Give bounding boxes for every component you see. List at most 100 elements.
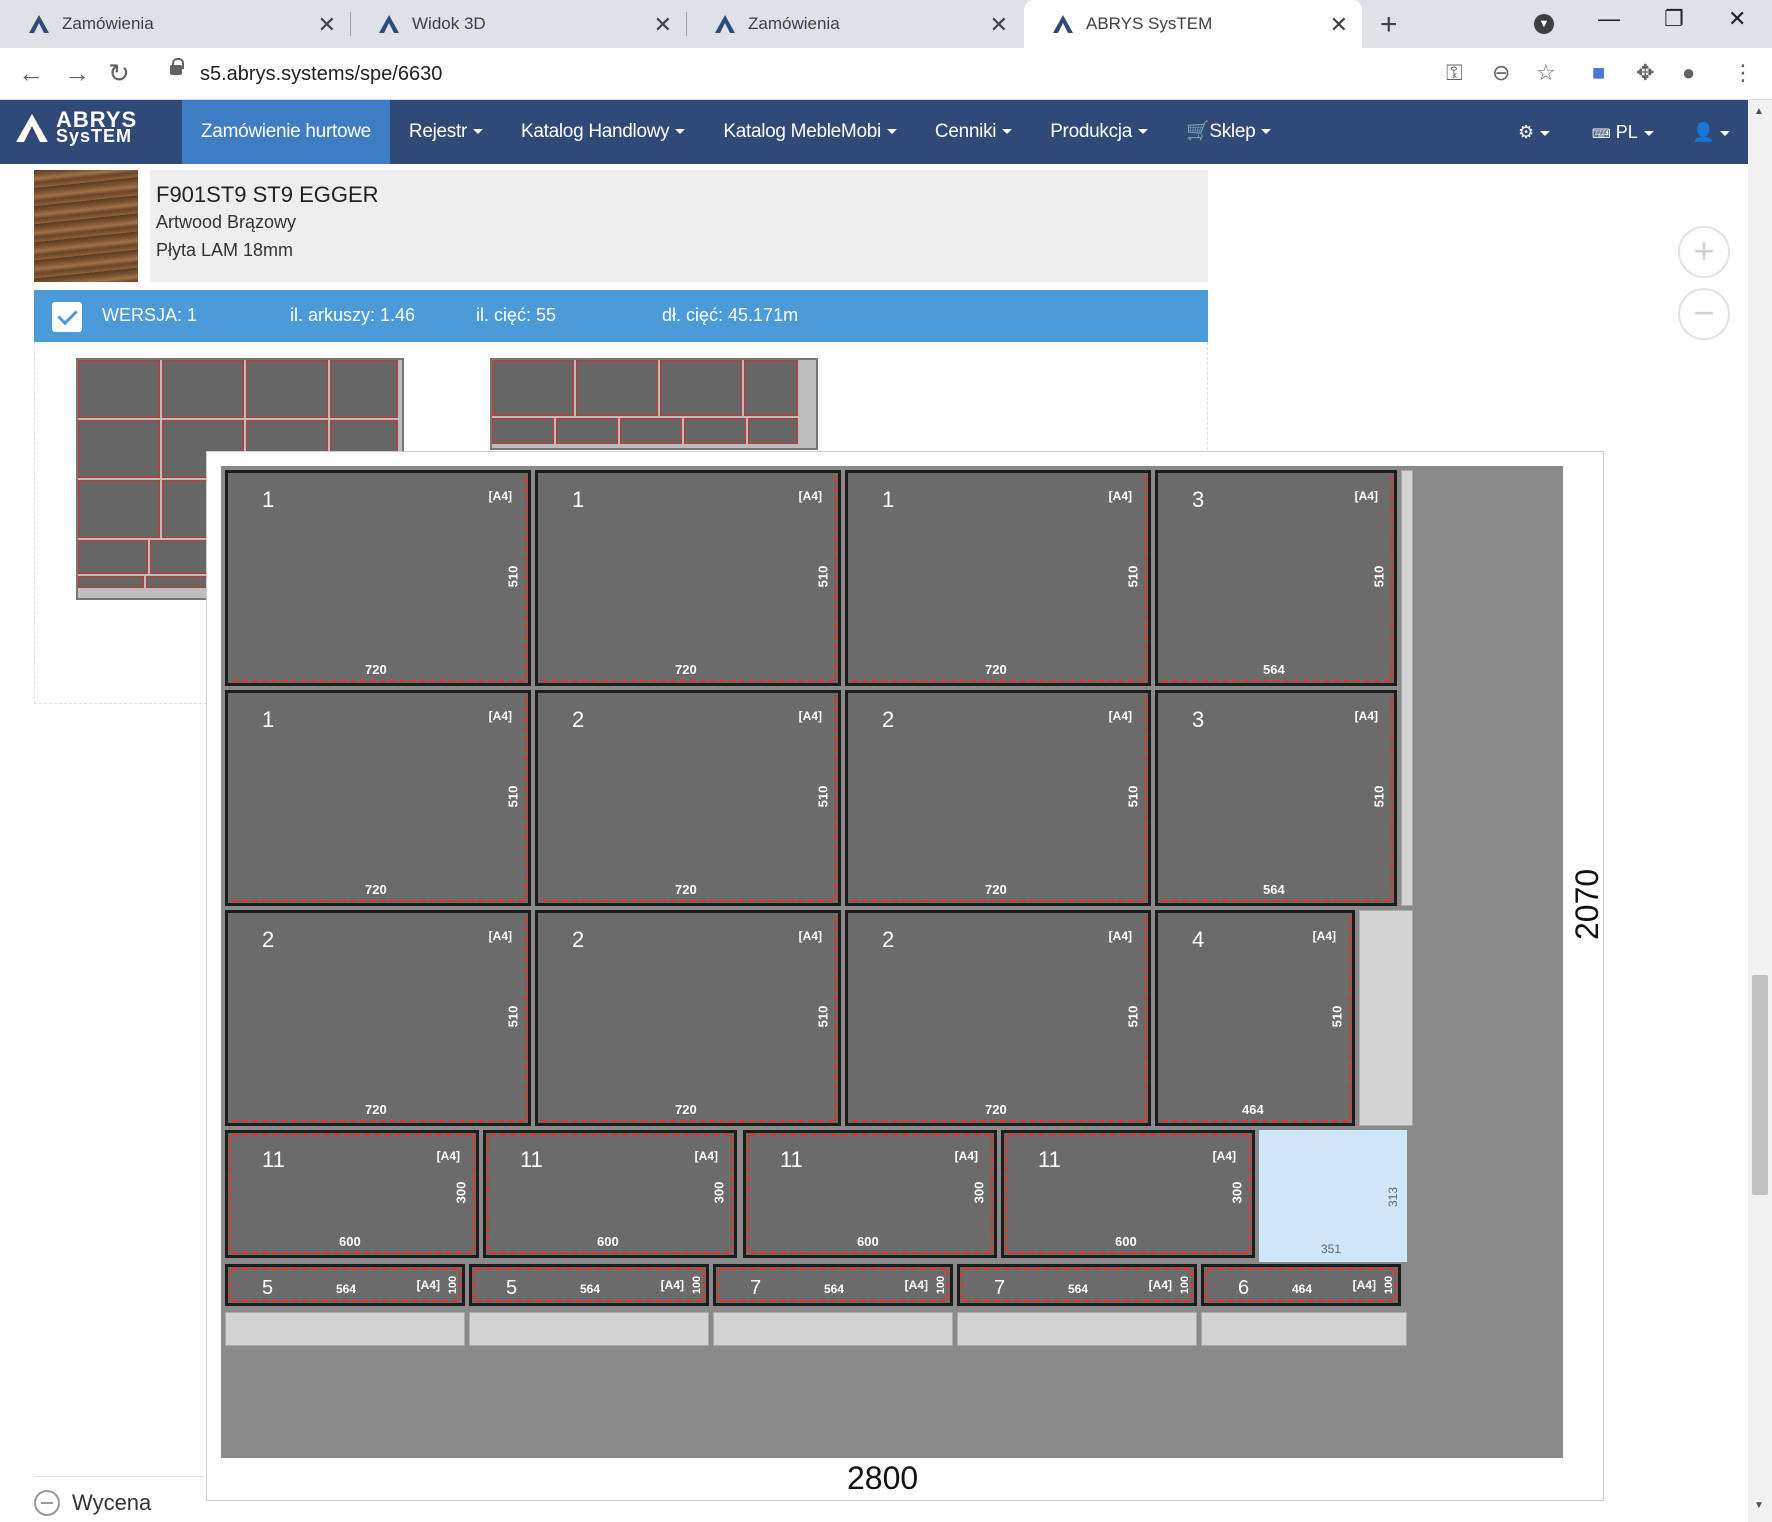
menu-cenniki[interactable]: Cenniki bbox=[916, 100, 1031, 164]
thumb-cell bbox=[162, 360, 244, 418]
cut-piece[interactable]: 11 [A4] 600 300 bbox=[743, 1130, 997, 1258]
thumb-cell bbox=[78, 420, 160, 478]
browser-tab[interactable]: Zamówienia ✕ bbox=[0, 0, 350, 48]
edge-band-left bbox=[1205, 1271, 1207, 1299]
menu-zamowienie-hurtowe[interactable]: Zamówienie hurtowe bbox=[182, 100, 390, 164]
menu-katalog-handlowy[interactable]: Katalog Handlowy bbox=[502, 100, 704, 164]
zoom-out-button[interactable]: − bbox=[1678, 288, 1730, 340]
browser-tab[interactable]: Zamówienia ✕ bbox=[686, 0, 1022, 48]
cut-piece[interactable]: 2 [A4] 720 510 bbox=[845, 690, 1151, 906]
cut-piece[interactable]: 2 [A4] 720 510 bbox=[535, 910, 841, 1126]
close-icon[interactable]: ✕ bbox=[318, 12, 336, 38]
piece-height: 510 bbox=[1125, 565, 1141, 588]
abrys-logo-icon bbox=[16, 114, 48, 142]
wycena-section-toggle[interactable]: Wycena bbox=[34, 1490, 151, 1516]
brand-logo[interactable]: ABRYS SysTEM bbox=[14, 109, 137, 145]
material-name: Artwood Brązowy bbox=[156, 212, 297, 232]
url-text: s5.abrys.systems/spe/6630 bbox=[200, 63, 443, 85]
cut-piece[interactable]: 1 [A4] 720 510 bbox=[225, 470, 531, 686]
cut-piece[interactable]: 6 [A4] 464 100 bbox=[1201, 1264, 1401, 1306]
menu-kebab-icon[interactable]: ⋮ bbox=[1732, 60, 1754, 86]
thumb-cell bbox=[684, 418, 746, 444]
browser-tab-bar: Zamówienia ✕ Widok 3D ✕ Zamówienia ✕ ABR… bbox=[0, 0, 1772, 48]
menu-produkcja[interactable]: Produkcja bbox=[1031, 100, 1167, 164]
piece-height: 510 bbox=[1329, 1005, 1345, 1028]
address-bar[interactable]: s5.abrys.systems/spe/6630 bbox=[152, 54, 1462, 94]
scroll-down-icon[interactable]: ▼ bbox=[1754, 1500, 1764, 1511]
cut-piece[interactable]: 11 [A4] 600 300 bbox=[1001, 1130, 1255, 1258]
browser-tab-active[interactable]: ABRYS SysTEM ✕ bbox=[1024, 0, 1362, 48]
edge-band-right bbox=[525, 917, 527, 1119]
language-menu[interactable]: ⌨ PL bbox=[1592, 100, 1654, 164]
main-menu: Zamówienie hurtowe Rejestr Katalog Handl… bbox=[182, 100, 1290, 164]
minimize-icon[interactable]: — bbox=[1598, 6, 1620, 32]
edge-band-bottom bbox=[542, 680, 834, 682]
edge-band-top bbox=[490, 1134, 730, 1136]
close-icon[interactable]: ✕ bbox=[990, 12, 1008, 38]
piece-height: 510 bbox=[815, 785, 831, 808]
piece-width: 720 bbox=[985, 1102, 1007, 1117]
piece-edge-code: [A4] bbox=[660, 1278, 684, 1292]
version-bar: WERSJA: 1 il. arkuszy: 1.46 il. cięć: 55… bbox=[34, 290, 1208, 342]
cut-piece[interactable]: 5 [A4] 564 100 bbox=[225, 1264, 465, 1306]
piece-height: 100 bbox=[1178, 1275, 1191, 1295]
forward-icon[interactable]: → bbox=[64, 58, 90, 89]
settings-menu[interactable]: ⚙ bbox=[1518, 100, 1551, 164]
section-divider bbox=[34, 1476, 204, 1477]
edge-band-left bbox=[229, 1271, 231, 1299]
cut-piece[interactable]: 11 [A4] 600 300 bbox=[483, 1130, 737, 1258]
user-menu[interactable]: 👤 bbox=[1692, 100, 1731, 164]
back-icon[interactable]: ← bbox=[18, 58, 44, 89]
tab-search-icon[interactable]: ▼ bbox=[1534, 14, 1554, 34]
cut-piece[interactable]: 5 [A4] 564 100 bbox=[469, 1264, 709, 1306]
window-close-icon[interactable]: ✕ bbox=[1728, 6, 1746, 32]
thumb-cell bbox=[660, 360, 742, 416]
zoom-in-button[interactable]: + bbox=[1678, 226, 1730, 278]
cut-piece[interactable]: 3 [A4] 564 510 bbox=[1155, 690, 1397, 906]
edge-band-left bbox=[961, 1271, 963, 1299]
cut-piece[interactable]: 7 [A4] 564 100 bbox=[713, 1264, 953, 1306]
close-icon[interactable]: ✕ bbox=[654, 12, 672, 38]
cut-piece[interactable]: 2 [A4] 720 510 bbox=[535, 690, 841, 906]
cut-piece[interactable]: 11 [A4] 600 300 bbox=[225, 1130, 479, 1258]
sheet-thumbnail-2[interactable] bbox=[490, 358, 818, 450]
scroll-up-icon[interactable]: ▲ bbox=[1754, 106, 1764, 117]
waste-strip bbox=[225, 1312, 465, 1346]
edge-band-top bbox=[720, 1268, 946, 1270]
piece-width: 720 bbox=[675, 882, 697, 897]
restore-icon[interactable]: ❐ bbox=[1664, 6, 1684, 32]
cut-piece[interactable]: 2 [A4] 720 510 bbox=[845, 910, 1151, 1126]
caret-down-icon bbox=[1002, 129, 1013, 135]
bookmark-star-icon[interactable]: ☆ bbox=[1536, 60, 1556, 86]
cut-piece[interactable]: 4 [A4] 464 510 bbox=[1155, 910, 1355, 1126]
cut-piece[interactable]: 1 [A4] 720 510 bbox=[845, 470, 1151, 686]
menu-katalog-meblemobi[interactable]: Katalog MebleMobi bbox=[704, 100, 916, 164]
cut-piece[interactable]: 7 [A4] 564 100 bbox=[957, 1264, 1197, 1306]
key-icon[interactable]: ⚿ bbox=[1446, 60, 1463, 86]
piece-height: 100 bbox=[690, 1275, 703, 1295]
caret-down-icon bbox=[886, 129, 897, 135]
thumb-cell bbox=[330, 360, 398, 418]
cut-piece[interactable]: 1 [A4] 720 510 bbox=[225, 690, 531, 906]
cart-icon: 🛒 bbox=[1185, 121, 1210, 142]
menu-sklep[interactable]: 🛒Sklep bbox=[1167, 100, 1290, 164]
scroll-thumb[interactable] bbox=[1752, 975, 1768, 1195]
piece-height: 100 bbox=[1382, 1275, 1395, 1295]
menu-rejestr[interactable]: Rejestr bbox=[390, 100, 502, 164]
cut-piece[interactable]: 2 [A4] 720 510 bbox=[225, 910, 531, 1126]
reload-icon[interactable]: ↻ bbox=[108, 58, 130, 89]
zoom-icon[interactable]: ⊖ bbox=[1492, 60, 1510, 86]
extension-video-icon[interactable]: ■ bbox=[1592, 60, 1605, 86]
new-tab-icon[interactable]: + bbox=[1380, 8, 1398, 42]
browser-tab[interactable]: Widok 3D ✕ bbox=[350, 0, 686, 48]
extensions-puzzle-icon[interactable]: ✥ bbox=[1636, 60, 1654, 86]
version-checkbox[interactable] bbox=[52, 302, 82, 332]
profile-icon[interactable]: ● bbox=[1682, 60, 1695, 86]
close-icon[interactable]: ✕ bbox=[1330, 12, 1348, 38]
piece-width: 564 bbox=[1068, 1282, 1089, 1296]
cut-piece[interactable]: 1 [A4] 720 510 bbox=[535, 470, 841, 686]
piece-number: 5 bbox=[262, 1277, 274, 1299]
cut-piece[interactable]: 3 [A4] 564 510 bbox=[1155, 470, 1397, 686]
page-scrollbar[interactable]: ▲ ▼ bbox=[1748, 100, 1772, 1522]
waste-strip bbox=[1201, 1312, 1407, 1346]
